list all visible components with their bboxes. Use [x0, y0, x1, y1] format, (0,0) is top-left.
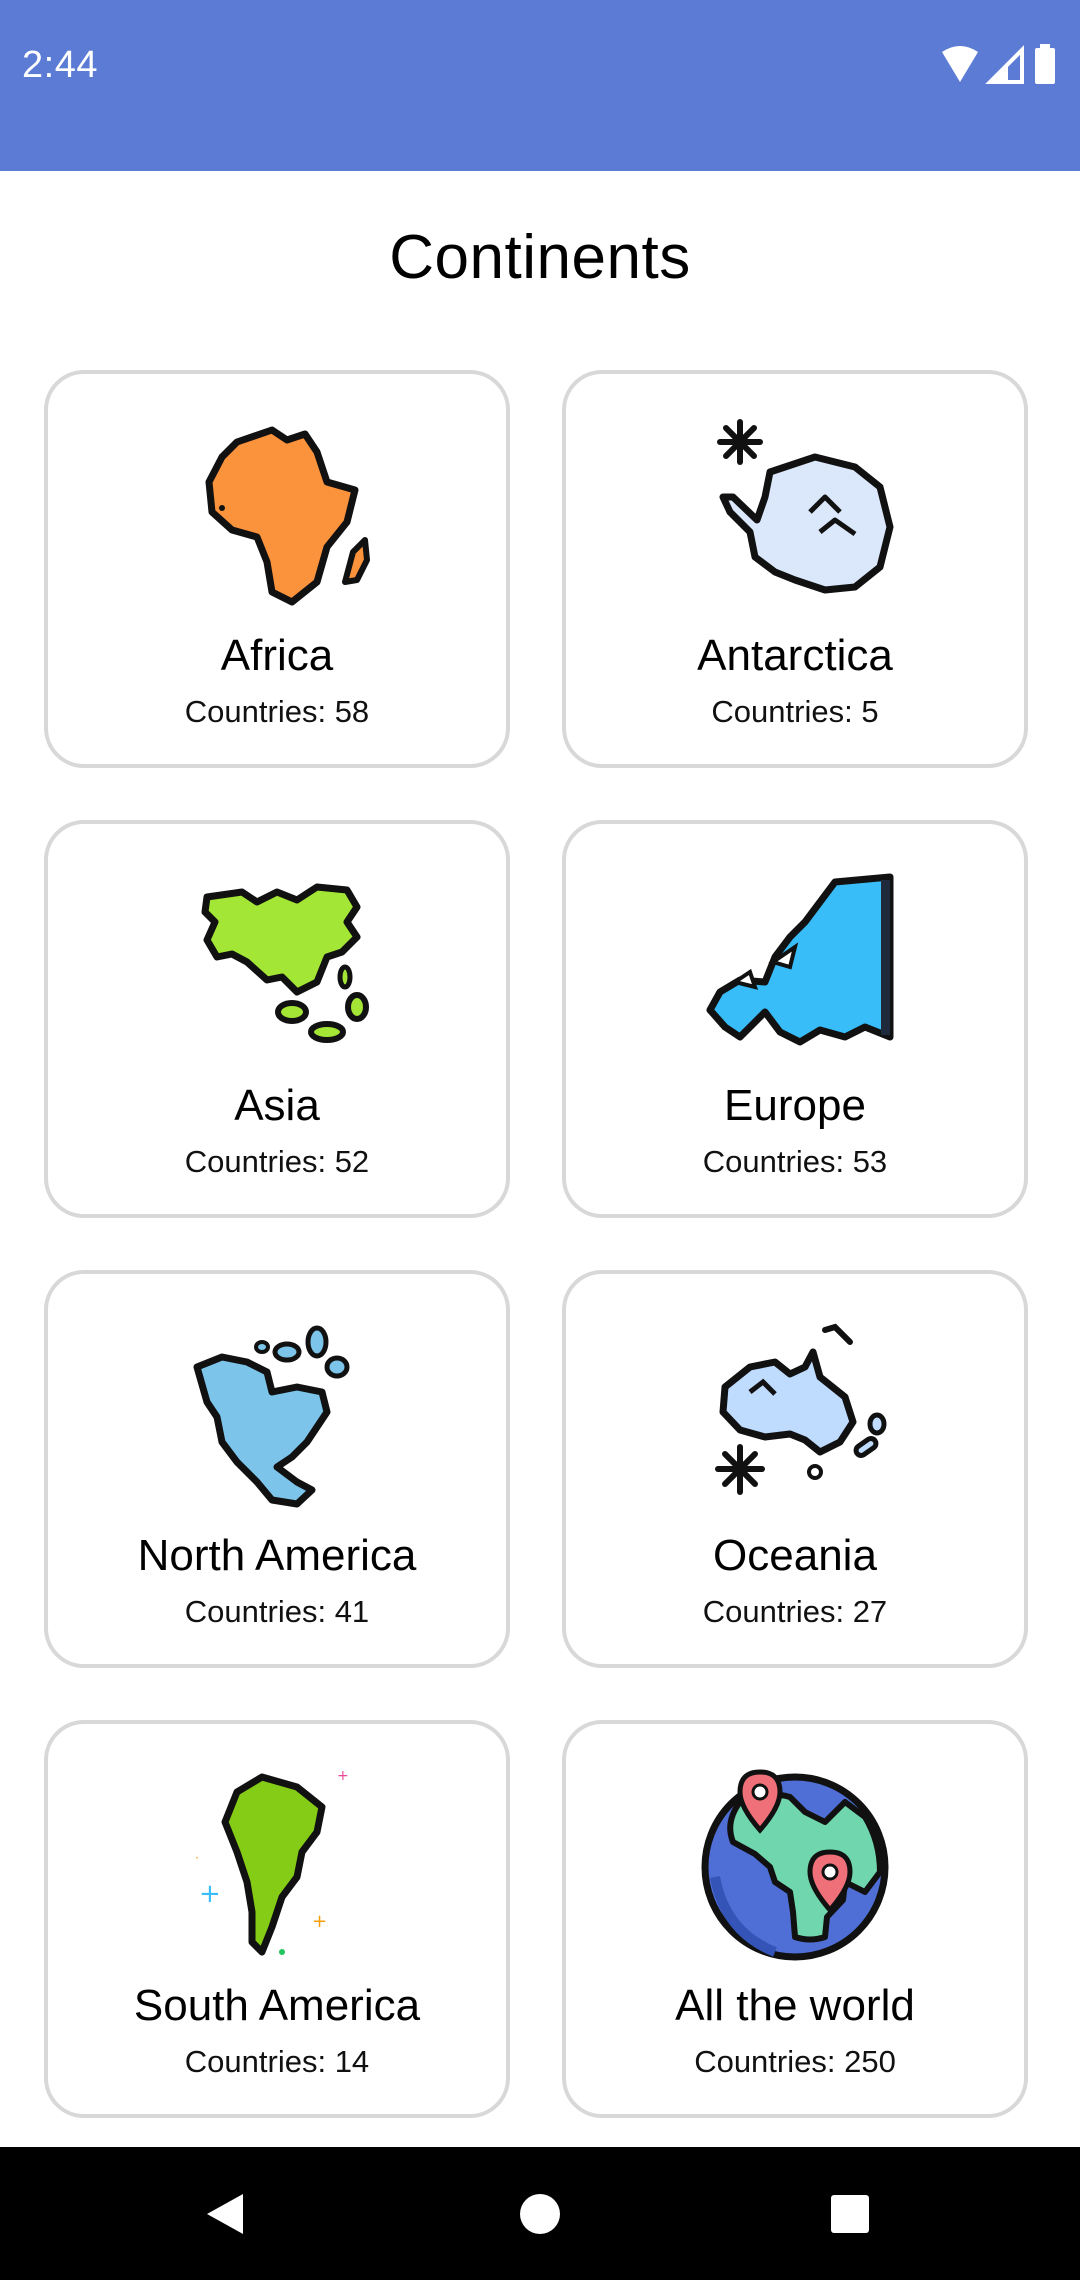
status-icons — [940, 44, 1060, 88]
continent-card-antarctica[interactable]: Antarctica Countries: 5 — [562, 370, 1028, 768]
continent-count: Countries: 14 — [184, 2044, 370, 2079]
back-icon — [207, 2193, 243, 2234]
signal-icon — [985, 45, 1024, 84]
status-time: 2:44 — [22, 44, 98, 86]
europe-map-icon — [695, 862, 895, 1062]
continent-card-all-the-world[interactable]: All the world Countries: 250 — [562, 1720, 1028, 2118]
continent-card-africa[interactable]: Africa Countries: 58 — [44, 370, 510, 768]
globe-icon — [695, 1762, 895, 1962]
continent-count: Countries: 41 — [184, 1594, 370, 1629]
svg-text:+: + — [312, 1911, 327, 1932]
continent-name: North America — [137, 1531, 417, 1580]
continent-card-north-america[interactable]: North America Countries: 41 — [44, 1270, 510, 1668]
oceania-map-icon — [695, 1312, 895, 1512]
continent-count: Countries: 58 — [184, 694, 370, 729]
continent-card-oceania[interactable]: Oceania Countries: 27 — [562, 1270, 1028, 1668]
antarctica-map-icon — [695, 412, 895, 612]
continent-name: Europe — [724, 1081, 866, 1130]
continent-count: Countries: 5 — [711, 694, 879, 729]
svg-text:+: + — [199, 1879, 221, 1909]
continent-card-asia[interactable]: Asia Countries: 52 — [44, 820, 510, 1218]
continent-name: Antarctica — [697, 631, 893, 680]
back-button[interactable] — [165, 2147, 285, 2280]
wifi-icon — [942, 46, 978, 82]
continent-count: Countries: 27 — [702, 1594, 888, 1629]
continent-count: Countries: 250 — [694, 2044, 896, 2079]
continent-card-south-america[interactable]: + + · + South America Countries: 14 — [44, 1720, 510, 2118]
recents-button[interactable] — [790, 2147, 910, 2280]
page-title: Continents — [389, 223, 691, 292]
continent-name: Africa — [220, 631, 334, 680]
continent-card-europe[interactable]: Europe Countries: 53 — [562, 820, 1028, 1218]
continent-name: South America — [133, 1981, 421, 2030]
continent-name: Oceania — [713, 1531, 877, 1580]
home-icon — [520, 2193, 560, 2234]
asia-map-icon — [177, 862, 377, 1062]
south-america-map-icon: + + · + — [177, 1762, 377, 1962]
continent-count: Countries: 52 — [184, 1144, 370, 1179]
continent-count: Countries: 53 — [702, 1144, 888, 1179]
continent-name: Asia — [234, 1081, 320, 1130]
continent-name: All the world — [675, 1981, 915, 2030]
status-bar: 2:44 — [0, 0, 1080, 171]
navigation-bar — [0, 2147, 1080, 2280]
north-america-map-icon — [177, 1312, 377, 1512]
svg-text:·: · — [195, 1851, 199, 1865]
battery-icon — [1035, 44, 1055, 84]
home-button[interactable] — [480, 2147, 600, 2280]
recents-icon — [831, 2194, 869, 2233]
svg-text:+: + — [337, 1768, 349, 1784]
africa-map-icon — [177, 412, 377, 612]
